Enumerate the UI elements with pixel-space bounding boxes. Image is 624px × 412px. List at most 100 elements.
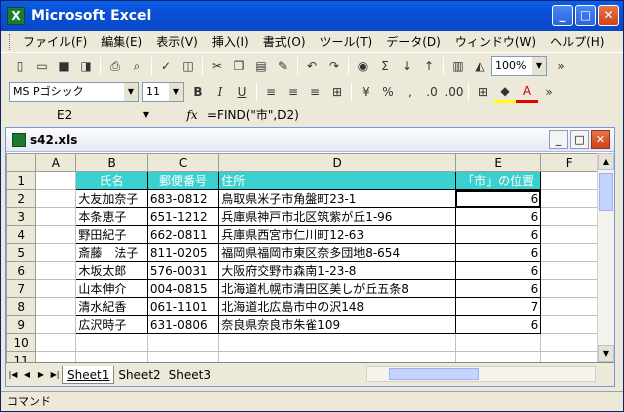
cell[interactable] bbox=[35, 297, 77, 316]
col-header-f[interactable]: F bbox=[540, 153, 598, 172]
decrease-decimal-icon[interactable]: .00 bbox=[443, 81, 465, 103]
cell-position[interactable]: 6 bbox=[454, 243, 542, 262]
cell-zip[interactable]: 811-0205 bbox=[146, 243, 220, 262]
cell[interactable] bbox=[218, 351, 456, 362]
font-size-select[interactable]: 11 ▼ bbox=[142, 82, 184, 102]
cell-name[interactable]: 木坂太郎 bbox=[75, 261, 148, 280]
cell-position[interactable]: 6 bbox=[454, 315, 542, 334]
align-center-icon[interactable]: ≡ bbox=[282, 81, 304, 103]
cell[interactable] bbox=[454, 351, 542, 362]
cell-zip[interactable]: 631-0806 bbox=[146, 315, 220, 334]
cell[interactable] bbox=[35, 243, 77, 262]
print-icon[interactable]: ⎙ bbox=[104, 55, 126, 77]
cell[interactable] bbox=[218, 333, 456, 352]
prev-sheet-icon[interactable]: ◀ bbox=[20, 370, 34, 379]
cell[interactable] bbox=[35, 315, 77, 334]
minimize-button[interactable]: _ bbox=[552, 5, 573, 26]
sort-descending-icon[interactable]: ↑ bbox=[418, 55, 440, 77]
row-header[interactable]: 9 bbox=[6, 315, 37, 334]
chevron-down-icon[interactable]: ▼ bbox=[124, 83, 138, 101]
comma-style-icon[interactable]: , bbox=[399, 81, 421, 103]
row-header[interactable]: 4 bbox=[6, 225, 37, 244]
tab-sheet2[interactable]: Sheet2 bbox=[114, 366, 164, 384]
cell-table[interactable]: A B C D E F 1 氏名 郵便番号 住所 「市」の位置 2 大友加奈子 … bbox=[6, 153, 598, 362]
cell-name[interactable]: 清水紀香 bbox=[75, 297, 148, 316]
cell-address[interactable]: 奈良県奈良市朱雀109 bbox=[218, 315, 456, 334]
cell[interactable] bbox=[35, 279, 77, 298]
cell[interactable] bbox=[540, 225, 598, 244]
row-header[interactable]: 11 bbox=[6, 351, 37, 362]
menu-view[interactable]: 表示(V) bbox=[149, 32, 205, 52]
scroll-thumb[interactable] bbox=[599, 173, 613, 211]
col-header-a[interactable]: A bbox=[35, 153, 77, 172]
menu-format[interactable]: 書式(O) bbox=[256, 32, 313, 52]
cell[interactable] bbox=[540, 189, 598, 208]
drawing-icon[interactable]: ◭ bbox=[469, 55, 491, 77]
borders-icon[interactable]: ⊞ bbox=[472, 81, 494, 103]
cell[interactable] bbox=[35, 189, 77, 208]
row-header[interactable]: 8 bbox=[6, 297, 37, 316]
cell[interactable] bbox=[540, 243, 598, 262]
cell[interactable] bbox=[146, 333, 220, 352]
cell[interactable] bbox=[75, 351, 148, 362]
percent-icon[interactable]: % bbox=[377, 81, 399, 103]
font-color-icon[interactable]: A bbox=[516, 81, 538, 103]
horizontal-scrollbar[interactable] bbox=[366, 366, 596, 382]
select-all-corner[interactable] bbox=[6, 153, 37, 172]
cell-zip[interactable]: 662-0811 bbox=[146, 225, 220, 244]
cell-position-selected[interactable]: 6 bbox=[454, 189, 542, 208]
cell[interactable] bbox=[35, 333, 77, 352]
research-icon[interactable]: ◫ bbox=[177, 55, 199, 77]
menu-edit[interactable]: 編集(E) bbox=[94, 32, 149, 52]
tab-sheet1[interactable]: Sheet1 bbox=[62, 365, 115, 384]
cell-address[interactable]: 鳥取県米子市角盤町23-1 bbox=[218, 189, 456, 208]
next-sheet-icon[interactable]: ▶ bbox=[34, 370, 48, 379]
cell-name[interactable]: 広沢時子 bbox=[75, 315, 148, 334]
formula-input[interactable]: =FIND("市",D2) bbox=[203, 106, 623, 124]
spelling-icon[interactable]: ✓ bbox=[155, 55, 177, 77]
cell-name[interactable]: 大友加奈子 bbox=[75, 189, 148, 208]
scroll-down-icon[interactable]: ▼ bbox=[598, 345, 614, 362]
cell-address[interactable]: 北海道北広島市中の沢148 bbox=[218, 297, 456, 316]
cell-position[interactable]: 6 bbox=[454, 261, 542, 280]
workbook-close-button[interactable]: ✕ bbox=[591, 130, 610, 149]
fill-color-icon[interactable]: ◆ bbox=[494, 81, 516, 103]
row-header[interactable]: 5 bbox=[6, 243, 37, 262]
redo-icon[interactable]: ↷ bbox=[323, 55, 345, 77]
name-box[interactable]: E2 ▼ bbox=[9, 106, 153, 124]
italic-icon[interactable]: I bbox=[209, 81, 231, 103]
cell[interactable] bbox=[540, 279, 598, 298]
cell[interactable] bbox=[540, 261, 598, 280]
sheet-grid[interactable]: A B C D E F 1 氏名 郵便番号 住所 「市」の位置 2 大友加奈子 … bbox=[6, 153, 598, 362]
cell[interactable] bbox=[35, 207, 77, 226]
cell-name[interactable]: 斎藤 法子 bbox=[75, 243, 148, 262]
header-cell-address[interactable]: 住所 bbox=[218, 171, 456, 190]
menu-file[interactable]: ファイル(F) bbox=[16, 32, 94, 52]
cell-position[interactable]: 6 bbox=[454, 207, 542, 226]
row-header[interactable]: 7 bbox=[6, 279, 37, 298]
toolbar-options-icon[interactable]: » bbox=[550, 55, 572, 77]
cell[interactable] bbox=[35, 351, 77, 362]
cell-zip[interactable]: 651-1212 bbox=[146, 207, 220, 226]
cell-name[interactable]: 野田紀子 bbox=[75, 225, 148, 244]
header-cell-position[interactable]: 「市」の位置 bbox=[454, 171, 542, 190]
cell[interactable] bbox=[540, 207, 598, 226]
menu-help[interactable]: ヘルプ(H) bbox=[543, 32, 611, 52]
first-sheet-icon[interactable]: |◀ bbox=[6, 370, 20, 379]
chart-wizard-icon[interactable]: ▥ bbox=[447, 55, 469, 77]
cell-position[interactable]: 6 bbox=[454, 225, 542, 244]
last-sheet-icon[interactable]: ▶| bbox=[48, 370, 62, 379]
row-header[interactable]: 1 bbox=[6, 171, 37, 190]
permission-icon[interactable]: ◨ bbox=[75, 55, 97, 77]
increase-decimal-icon[interactable]: .0 bbox=[421, 81, 443, 103]
cell-zip[interactable]: 683-0812 bbox=[146, 189, 220, 208]
tab-sheet3[interactable]: Sheet3 bbox=[165, 366, 215, 384]
vertical-scrollbar[interactable]: ▲ ▼ bbox=[597, 153, 614, 362]
cell-position[interactable]: 7 bbox=[454, 297, 542, 316]
cell-name[interactable]: 本条恵子 bbox=[75, 207, 148, 226]
cell[interactable] bbox=[540, 297, 598, 316]
zoom-select[interactable]: 100% ▼ bbox=[491, 56, 547, 76]
hyperlink-icon[interactable]: ◉ bbox=[352, 55, 374, 77]
cell-address[interactable]: 福岡県福岡市東区奈多団地8-654 bbox=[218, 243, 456, 262]
cell[interactable] bbox=[75, 333, 148, 352]
